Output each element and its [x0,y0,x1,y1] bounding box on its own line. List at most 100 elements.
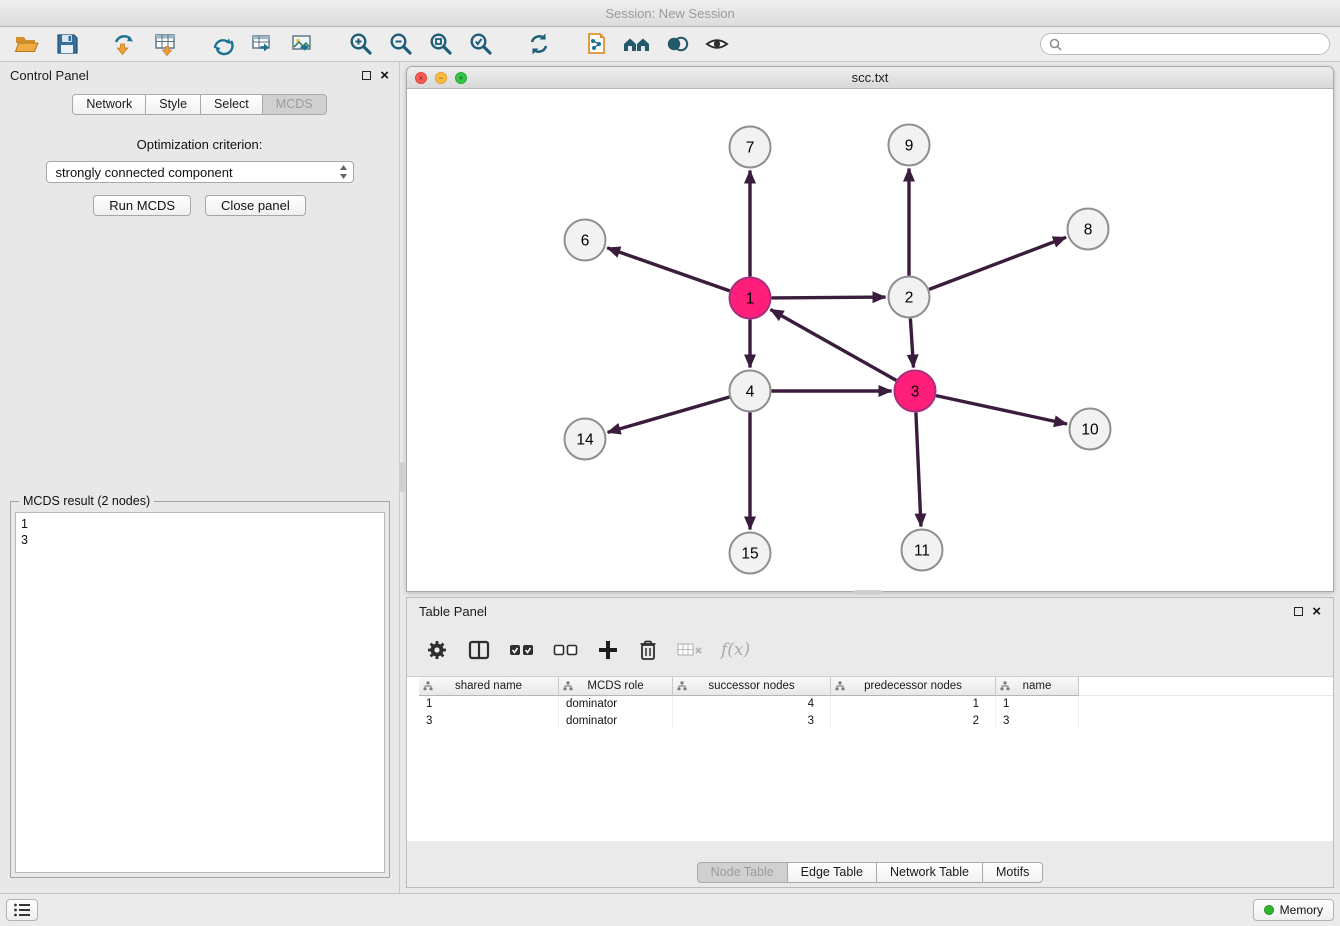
sort-hierarchy-icon [563,681,573,694]
graph-node-11[interactable]: 11 [902,530,943,571]
graph-edge-2-8[interactable] [929,237,1066,289]
graph-edge-3-1[interactable] [771,310,897,381]
task-history-button[interactable] [6,899,38,921]
column-header-predecessor-nodes[interactable]: predecessor nodes [831,677,996,696]
delete-column-icon[interactable] [637,638,659,662]
close-window-icon[interactable]: × [415,72,427,84]
cell-successor-nodes[interactable]: 4 [673,696,831,713]
import-network-icon[interactable] [108,29,142,59]
float-table-panel-icon[interactable] [1294,607,1303,616]
graph-node-3[interactable]: 3 [895,371,936,412]
control-panel-header: Control Panel × [0,62,399,88]
cell-name[interactable]: 1 [996,696,1079,713]
zoom-in-icon[interactable] [344,29,378,59]
graph-node-14[interactable]: 14 [565,419,606,460]
mcds-result-box: MCDS result (2 nodes) 1 3 [10,494,390,878]
control-panel: Control Panel × NetworkStyleSelectMCDS O… [0,62,400,893]
tab-select[interactable]: Select [200,94,263,115]
svg-text:14: 14 [576,432,594,449]
network-file-icon[interactable] [580,29,614,59]
zoom-out-icon[interactable] [384,29,418,59]
graph-edge-1-2[interactable] [772,297,886,298]
graph-node-1[interactable]: 1 [730,278,771,319]
export-network-icon[interactable] [206,29,240,59]
refresh-icon[interactable] [522,29,556,59]
graph-edge-3-10[interactable] [936,396,1067,424]
deselect-all-columns-icon[interactable] [553,641,579,659]
search-input[interactable] [1067,37,1321,51]
export-image-icon[interactable] [286,29,320,59]
vertical-splitter-handle[interactable] [399,462,405,492]
cell-name[interactable]: 3 [996,713,1079,730]
cell-shared-name[interactable]: 1 [419,696,559,713]
graph-edge-1-6[interactable] [607,248,730,291]
minimize-window-icon[interactable]: − [435,72,447,84]
graph-edge-3-11[interactable] [916,413,921,527]
column-header-shared-name[interactable]: shared name [419,677,559,696]
svg-text:11: 11 [914,543,930,560]
tab-motifs[interactable]: Motifs [982,862,1043,883]
network-canvas[interactable]: 7 9 6 8 1 2 4 3 14 10 15 11 [407,90,1333,591]
column-header-successor-nodes[interactable]: successor nodes [673,677,831,696]
save-session-icon[interactable] [50,29,84,59]
mcds-result-text[interactable]: 1 3 [15,512,385,873]
tab-node-table[interactable]: Node Table [697,862,788,883]
show-columns-icon[interactable] [467,638,491,662]
graph-node-15[interactable]: 15 [730,533,771,574]
show-graphics-details-icon[interactable] [700,29,734,59]
table-panel-title: Table Panel [419,604,487,619]
zoom-window-icon[interactable]: + [455,72,467,84]
tab-mcds[interactable]: MCDS [262,94,327,115]
column-header-name[interactable]: name [996,677,1079,696]
zoom-selected-icon[interactable] [464,29,498,59]
export-table-icon[interactable] [246,29,280,59]
svg-text:6: 6 [581,233,590,250]
graph-node-9[interactable]: 9 [889,125,930,166]
graph-node-6[interactable]: 6 [565,220,606,261]
visual-styles-icon[interactable] [660,29,694,59]
float-panel-icon[interactable] [362,71,371,80]
graph-node-10[interactable]: 10 [1070,409,1111,450]
graph-node-4[interactable]: 4 [730,371,771,412]
table-row[interactable]: 3dominator323 [419,713,1333,730]
import-table-icon[interactable] [148,29,182,59]
tab-style[interactable]: Style [145,94,201,115]
cell-shared-name[interactable]: 3 [419,713,559,730]
close-panel-button[interactable]: Close panel [205,195,306,216]
graph-node-8[interactable]: 8 [1068,209,1109,250]
table-row[interactable]: 1dominator411 [419,696,1333,713]
cell-predecessor-nodes[interactable]: 1 [831,696,996,713]
status-bar: Memory [0,893,1340,926]
add-column-icon[interactable] [597,639,619,661]
close-panel-icon[interactable]: × [380,68,389,83]
tab-network-table[interactable]: Network Table [876,862,983,883]
memory-button[interactable]: Memory [1253,899,1334,921]
tab-network[interactable]: Network [72,94,146,115]
run-mcds-button[interactable]: Run MCDS [93,195,191,216]
graph-edge-4-14[interactable] [608,397,730,432]
graph-edge-2-3[interactable] [910,319,913,368]
open-file-icon[interactable] [10,29,44,59]
horizontal-splitter-handle[interactable] [854,590,882,595]
svg-text:8: 8 [1084,222,1093,239]
cell-successor-nodes[interactable]: 3 [673,713,831,730]
table-panel-header: Table Panel × [407,598,1333,624]
cell-MCDS-role[interactable]: dominator [559,696,673,713]
tab-edge-table[interactable]: Edge Table [787,862,877,883]
list-icon [13,902,31,918]
optimization-dropdown[interactable]: strongly connected component [46,161,354,183]
graph-node-2[interactable]: 2 [889,277,930,318]
svg-text:1: 1 [746,291,755,308]
table-settings-gear-icon[interactable] [425,638,449,662]
first-neighbors-icon[interactable] [620,29,654,59]
select-all-columns-icon[interactable] [509,641,535,659]
zoom-fit-icon[interactable] [424,29,458,59]
svg-text:3: 3 [911,384,920,401]
sort-hierarchy-icon [1000,681,1010,694]
search-box[interactable] [1040,33,1330,55]
cell-MCDS-role[interactable]: dominator [559,713,673,730]
column-header-MCDS-role[interactable]: MCDS role [559,677,673,696]
cell-predecessor-nodes[interactable]: 2 [831,713,996,730]
close-table-panel-icon[interactable]: × [1312,604,1321,619]
graph-node-7[interactable]: 7 [730,127,771,168]
